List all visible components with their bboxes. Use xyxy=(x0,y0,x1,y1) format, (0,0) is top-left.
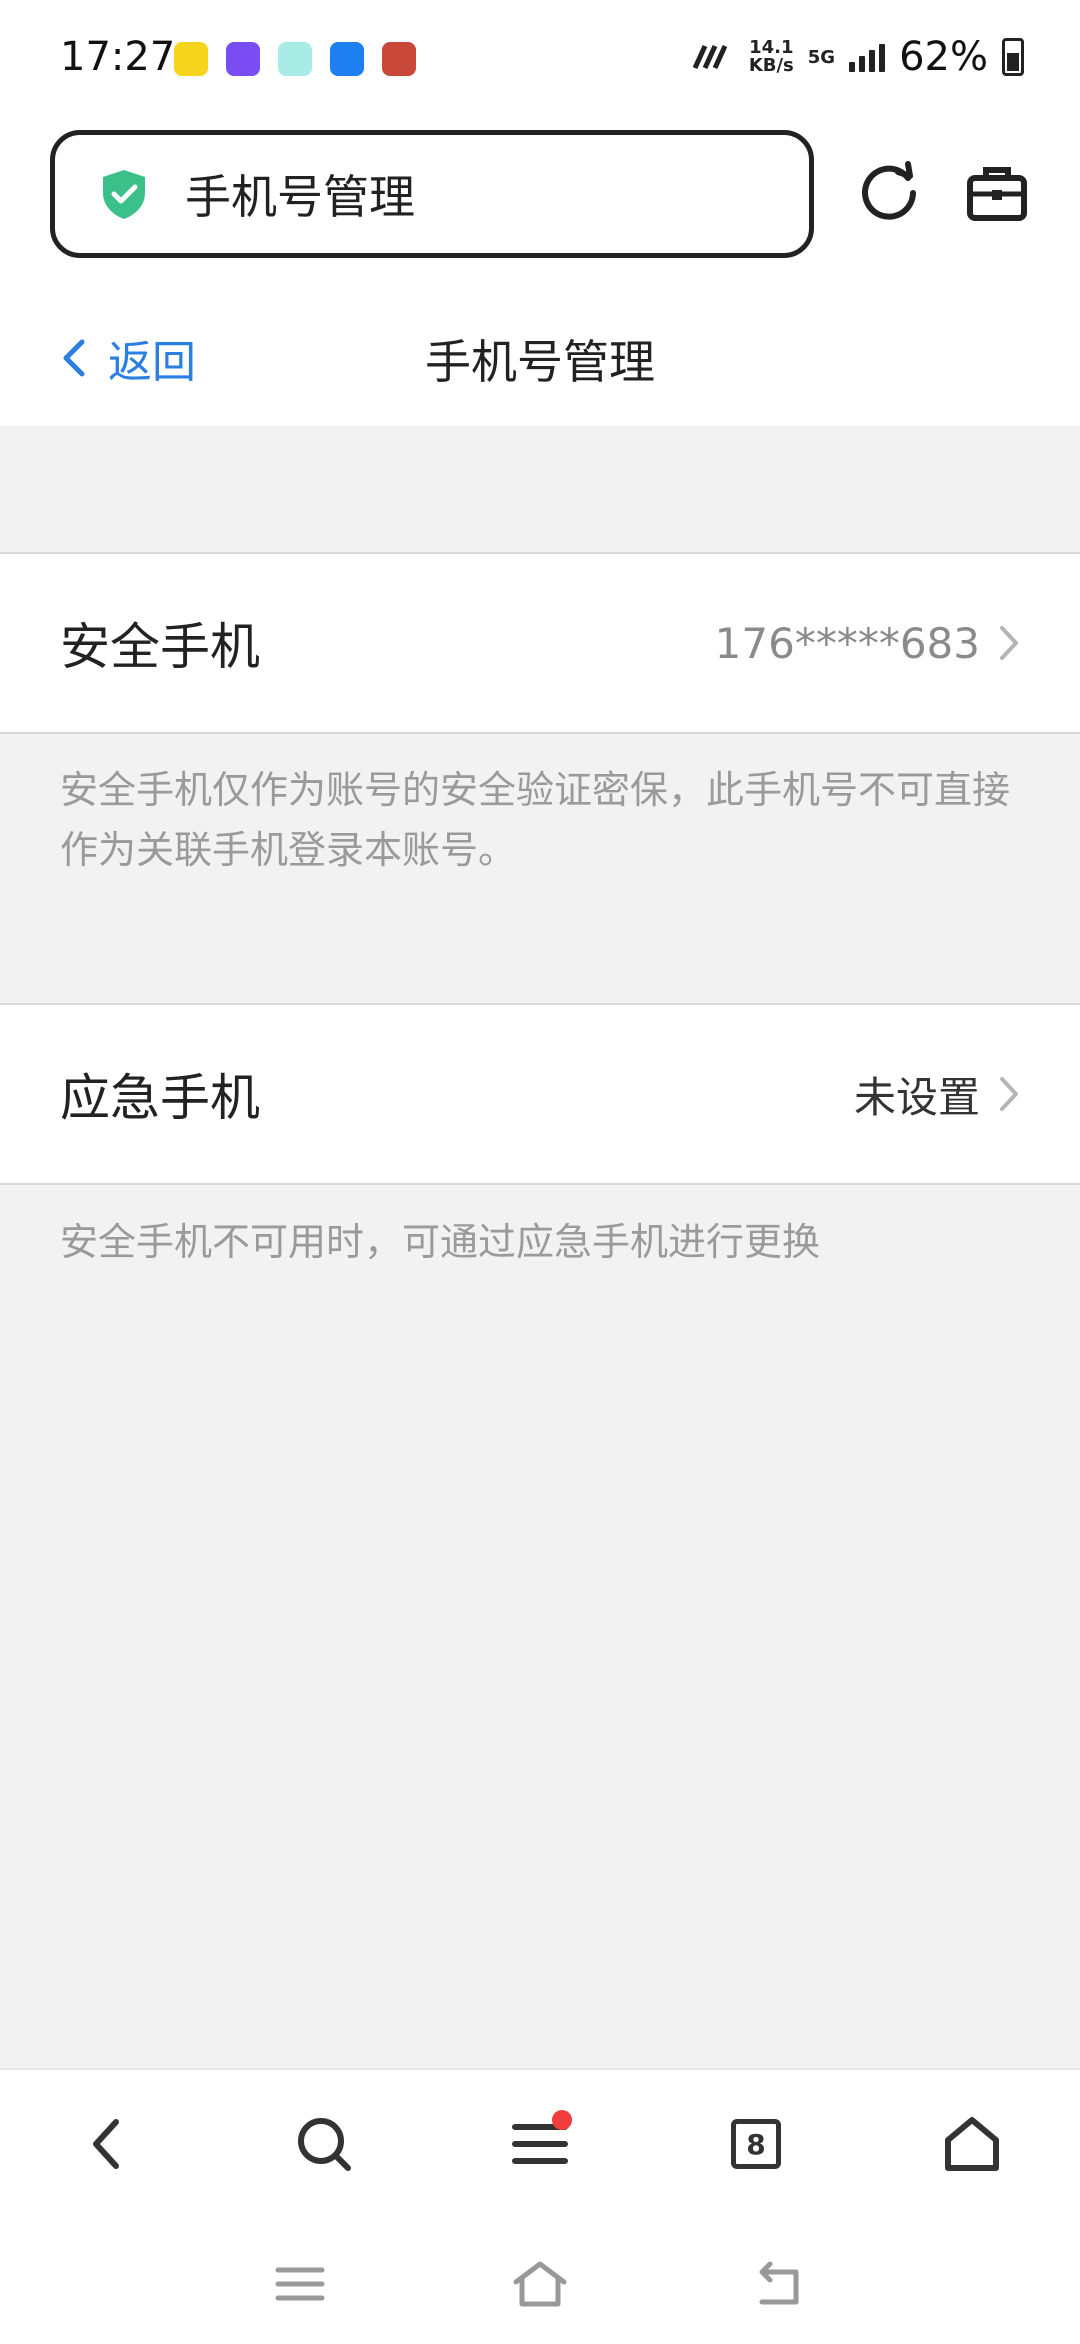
chevron-right-icon xyxy=(1000,626,1018,660)
battery-percent: 62% xyxy=(899,34,988,80)
search-toolbar-button[interactable] xyxy=(288,2108,360,2180)
security-phone-label: 安全手机 xyxy=(60,618,260,676)
status-indicators: 14.1 KB/s 5G 62% xyxy=(691,34,1024,80)
app-icon-teal xyxy=(278,42,312,76)
system-navigation-bar xyxy=(0,2218,1080,2344)
tabs-icon: 8 xyxy=(731,2119,781,2169)
emergency-phone-description: 安全手机不可用时，可通过应急手机进行更换 xyxy=(60,1220,821,1264)
back-nav-icon[interactable] xyxy=(750,2254,810,2314)
home-icon xyxy=(945,2117,999,2171)
address-bar[interactable]: 手机号管理 xyxy=(50,130,814,258)
signal-icon xyxy=(849,42,886,72)
recent-apps-icon[interactable] xyxy=(270,2254,330,2314)
battery-icon xyxy=(1002,38,1024,76)
toolbox-icon[interactable] xyxy=(964,160,1030,226)
status-time: 17:27 xyxy=(60,34,176,80)
notification-dot xyxy=(552,2110,572,2130)
network-type: 5G xyxy=(807,46,836,68)
back-icon xyxy=(93,2119,119,2169)
emergency-phone-row[interactable]: 应急手机 未设置 xyxy=(0,1003,1080,1185)
app-icon-meituan xyxy=(174,42,208,76)
app-icon-upload xyxy=(330,42,364,76)
search-icon xyxy=(298,2118,351,2171)
nfc-icon xyxy=(692,44,728,70)
browser-bar: 手机号管理 xyxy=(0,120,1080,270)
page-header: 返回 手机号管理 xyxy=(0,270,1080,426)
home-nav-icon[interactable] xyxy=(510,2254,570,2314)
status-bar: 17:27 14.1 KB/s 5G 62% xyxy=(0,0,1080,120)
page-title: 手机号管理 xyxy=(425,335,655,389)
shield-check-icon xyxy=(103,170,145,219)
tabs-toolbar-button[interactable]: 8 xyxy=(720,2108,792,2180)
net-speed: 14.1 KB/s xyxy=(748,37,794,76)
back-toolbar-button[interactable] xyxy=(70,2108,142,2180)
security-phone-value: 176*****683 xyxy=(714,618,980,668)
app-icon-purple xyxy=(226,42,260,76)
emergency-phone-value: 未设置 xyxy=(853,1072,980,1122)
security-phone-description: 安全手机仅作为账号的安全验证密保，此手机号不可直接作为关联手机登录本账号。 xyxy=(60,768,1011,872)
address-text: 手机号管理 xyxy=(185,170,415,224)
chevron-right-icon xyxy=(1000,1077,1018,1111)
menu-toolbar-button[interactable] xyxy=(504,2108,576,2180)
app-icon-game xyxy=(382,42,416,76)
browser-bottom-toolbar: 8 xyxy=(0,2068,1080,2218)
home-toolbar-button[interactable] xyxy=(936,2108,1008,2180)
security-phone-row[interactable]: 安全手机 176*****683 xyxy=(0,552,1080,734)
refresh-icon[interactable] xyxy=(856,160,922,226)
notification-app-icons xyxy=(174,42,416,76)
emergency-phone-label: 应急手机 xyxy=(60,1069,260,1127)
